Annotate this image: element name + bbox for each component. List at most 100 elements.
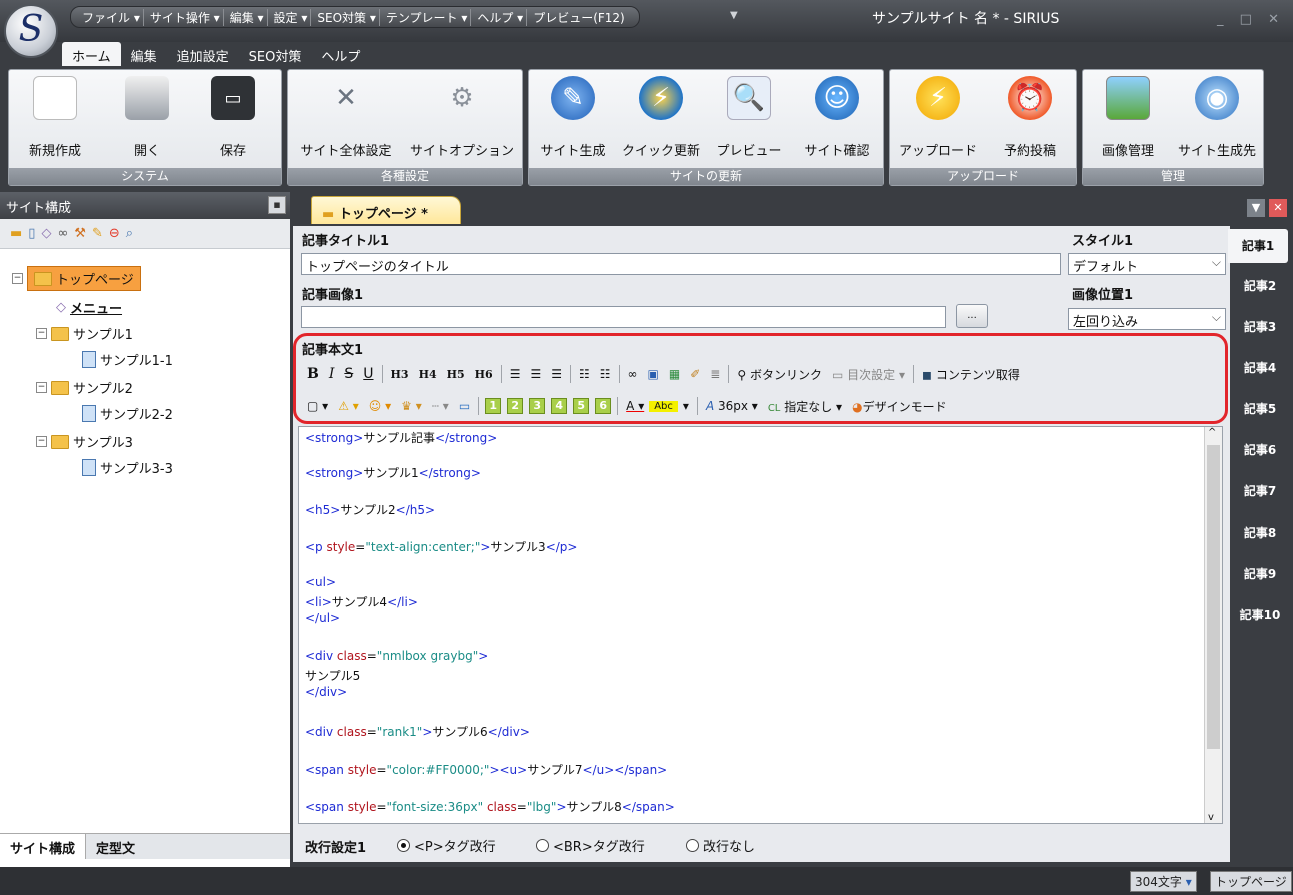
number-3-icon[interactable]: 3 bbox=[529, 398, 546, 414]
output-destination-button[interactable]: ◉ サイト生成先 bbox=[1175, 76, 1259, 159]
image-input[interactable] bbox=[301, 306, 946, 328]
menu-edit[interactable]: 編集 ▾ bbox=[227, 8, 268, 26]
style-select[interactable]: デフォルト bbox=[1068, 253, 1226, 275]
browse-button[interactable]: ... bbox=[956, 304, 988, 328]
tag-icon[interactable]: ◇ bbox=[41, 226, 51, 241]
menu-template[interactable]: テンプレート ▾ bbox=[383, 8, 472, 26]
bullet-list-icon[interactable]: ☷ bbox=[574, 367, 595, 381]
tab-home[interactable]: ホーム bbox=[62, 42, 121, 66]
tree-item-menu[interactable]: ◇ メニュー bbox=[56, 298, 122, 317]
speech-bubble-icon[interactable]: ▭ bbox=[454, 399, 475, 413]
article-tab-2[interactable]: 記事2 bbox=[1230, 269, 1290, 303]
toc-settings-button[interactable]: ▭ 目次設定 ▾ bbox=[827, 366, 910, 383]
menu-file[interactable]: ファイル ▾ bbox=[79, 8, 144, 26]
doc-tab-top-page[interactable]: ▬ トップページ * bbox=[311, 196, 461, 224]
quick-update-button[interactable]: ⚡ クイック更新 bbox=[621, 76, 701, 159]
link-icon[interactable]: ∞ bbox=[623, 367, 643, 381]
link-icon[interactable]: ∞ bbox=[57, 226, 68, 241]
align-right-icon[interactable]: ☰ bbox=[546, 367, 567, 381]
table-icon[interactable]: ▦ bbox=[664, 367, 685, 381]
align-left-icon[interactable]: ☰ bbox=[505, 367, 526, 381]
tab-site-structure[interactable]: サイト構成 bbox=[0, 834, 87, 859]
border-box-icon[interactable]: ▢ ▾ bbox=[302, 399, 333, 413]
indent-icon[interactable]: ≣ bbox=[705, 367, 725, 381]
html-editor[interactable]: <strong>サンプル記事</strong> <strong>サンプル1</s… bbox=[298, 426, 1223, 824]
pin-icon[interactable]: ▪ bbox=[268, 196, 286, 214]
number-2-icon[interactable]: 2 bbox=[507, 398, 524, 414]
tab-seo[interactable]: SEO対策 bbox=[239, 42, 312, 66]
close-tab-icon[interactable]: ✕ bbox=[1269, 199, 1287, 217]
h4-button[interactable]: H4 bbox=[414, 368, 442, 381]
number-1-icon[interactable]: 1 bbox=[485, 398, 502, 414]
scrollbar-thumb[interactable] bbox=[1207, 445, 1220, 749]
number-4-icon[interactable]: 4 bbox=[551, 398, 568, 414]
number-5-icon[interactable]: 5 bbox=[573, 398, 590, 414]
collapse-icon[interactable]: − bbox=[36, 328, 47, 339]
site-settings-button[interactable]: ✕ サイト全体設定 bbox=[296, 76, 396, 159]
tree-item-sample3-3[interactable]: サンプル3-3 bbox=[82, 458, 173, 477]
menu-preview[interactable]: プレビュー(F12) bbox=[530, 9, 628, 26]
underline-button[interactable]: U bbox=[358, 366, 378, 382]
new-button[interactable]: 新規作成 bbox=[25, 76, 85, 159]
app-logo-button[interactable]: S bbox=[4, 4, 58, 58]
quick-access-dropdown-icon[interactable]: ▼ bbox=[730, 10, 738, 21]
tab-edit[interactable]: 編集 bbox=[121, 42, 167, 66]
menu-help[interactable]: ヘルプ ▾ bbox=[474, 8, 528, 26]
fetch-content-button[interactable]: ◼ コンテンツ取得 bbox=[917, 366, 1025, 383]
menu-seo[interactable]: SEO対策 ▾ bbox=[314, 8, 380, 26]
tab-help[interactable]: ヘルプ bbox=[311, 42, 370, 66]
article-tab-5[interactable]: 記事5 bbox=[1230, 392, 1290, 426]
box-icon[interactable]: ▣ bbox=[643, 367, 664, 381]
tab-templates[interactable]: 定型文 bbox=[86, 834, 145, 859]
site-generate-button[interactable]: ✎ サイト生成 bbox=[537, 76, 609, 159]
paint-icon[interactable]: ✐ bbox=[685, 367, 705, 381]
crown-icon[interactable]: ♛ ▾ bbox=[396, 399, 427, 413]
menu-site-ops[interactable]: サイト操作 ▾ bbox=[147, 8, 224, 26]
wrench-icon[interactable]: ⚒ bbox=[74, 226, 86, 241]
font-size-select[interactable]: A 36px ▾ bbox=[701, 399, 763, 413]
h5-button[interactable]: H5 bbox=[442, 368, 470, 381]
site-check-button[interactable]: ☺ サイト確認 bbox=[801, 76, 873, 159]
window-controls[interactable]: _ □ ✕ bbox=[1217, 12, 1285, 27]
delete-icon[interactable]: ⊖ bbox=[109, 226, 120, 241]
italic-button[interactable]: I bbox=[324, 366, 340, 382]
dropdown-icon[interactable]: ▾ bbox=[1186, 875, 1192, 889]
article-tab-4[interactable]: 記事4 bbox=[1230, 351, 1290, 385]
scheduled-post-button[interactable]: ⏰ 予約投稿 bbox=[990, 76, 1070, 159]
tree-item-sample2[interactable]: − サンプル2 bbox=[36, 378, 133, 397]
add-page-icon[interactable]: ▯ bbox=[28, 226, 35, 241]
highlight-color-icon[interactable]: Abc bbox=[649, 400, 678, 412]
editor-scrollbar[interactable]: ^ v bbox=[1204, 427, 1222, 823]
title-input[interactable]: トップページのタイトル bbox=[301, 253, 1061, 275]
tree-item-top-page[interactable]: トップページ bbox=[27, 266, 141, 291]
line-style-icon[interactable]: ┄ ▾ bbox=[427, 399, 454, 413]
radio-no-break[interactable]: 改行なし bbox=[686, 836, 755, 855]
image-position-select[interactable]: 左回り込み bbox=[1068, 308, 1226, 330]
font-color-icon[interactable]: A ▾ bbox=[621, 399, 649, 413]
numbered-list-icon[interactable]: ☷ bbox=[595, 367, 616, 381]
save-button[interactable]: ▭ 保存 bbox=[203, 76, 263, 159]
menu-settings[interactable]: 設定 ▾ bbox=[271, 8, 312, 26]
strike-button[interactable]: S bbox=[339, 366, 358, 382]
scroll-up-icon[interactable]: ^ bbox=[1208, 427, 1216, 438]
design-mode-button[interactable]: ◕デザインモード bbox=[847, 398, 952, 415]
h3-button[interactable]: H3 bbox=[386, 368, 414, 381]
edit-icon[interactable]: ✎ bbox=[92, 226, 103, 241]
image-manager-button[interactable]: 画像管理 bbox=[1093, 76, 1163, 159]
upload-button[interactable]: ⚡ アップロード bbox=[898, 76, 978, 159]
scroll-down-icon[interactable]: v bbox=[1208, 812, 1214, 823]
tree-item-sample1-1[interactable]: サンプル1-1 bbox=[82, 350, 173, 369]
smiley-icon[interactable]: ☺ ▾ bbox=[364, 399, 396, 413]
warning-icon[interactable]: ⚠ ▾ bbox=[333, 399, 364, 413]
tree-item-sample2-2[interactable]: サンプル2-2 bbox=[82, 404, 173, 423]
open-button[interactable]: 開く bbox=[117, 76, 177, 159]
collapse-icon[interactable]: − bbox=[12, 273, 23, 284]
article-tab-9[interactable]: 記事9 bbox=[1230, 557, 1290, 591]
class-select[interactable]: CL 指定なし ▾ bbox=[763, 398, 847, 415]
add-folder-icon[interactable]: ▬ bbox=[10, 226, 22, 241]
article-tab-3[interactable]: 記事3 bbox=[1230, 310, 1290, 344]
tree-item-sample1[interactable]: − サンプル1 bbox=[36, 324, 133, 343]
radio-br-tag[interactable]: <BR>タグ改行 bbox=[536, 836, 645, 855]
h6-button[interactable]: H6 bbox=[470, 368, 498, 381]
article-tab-6[interactable]: 記事6 bbox=[1230, 433, 1290, 467]
